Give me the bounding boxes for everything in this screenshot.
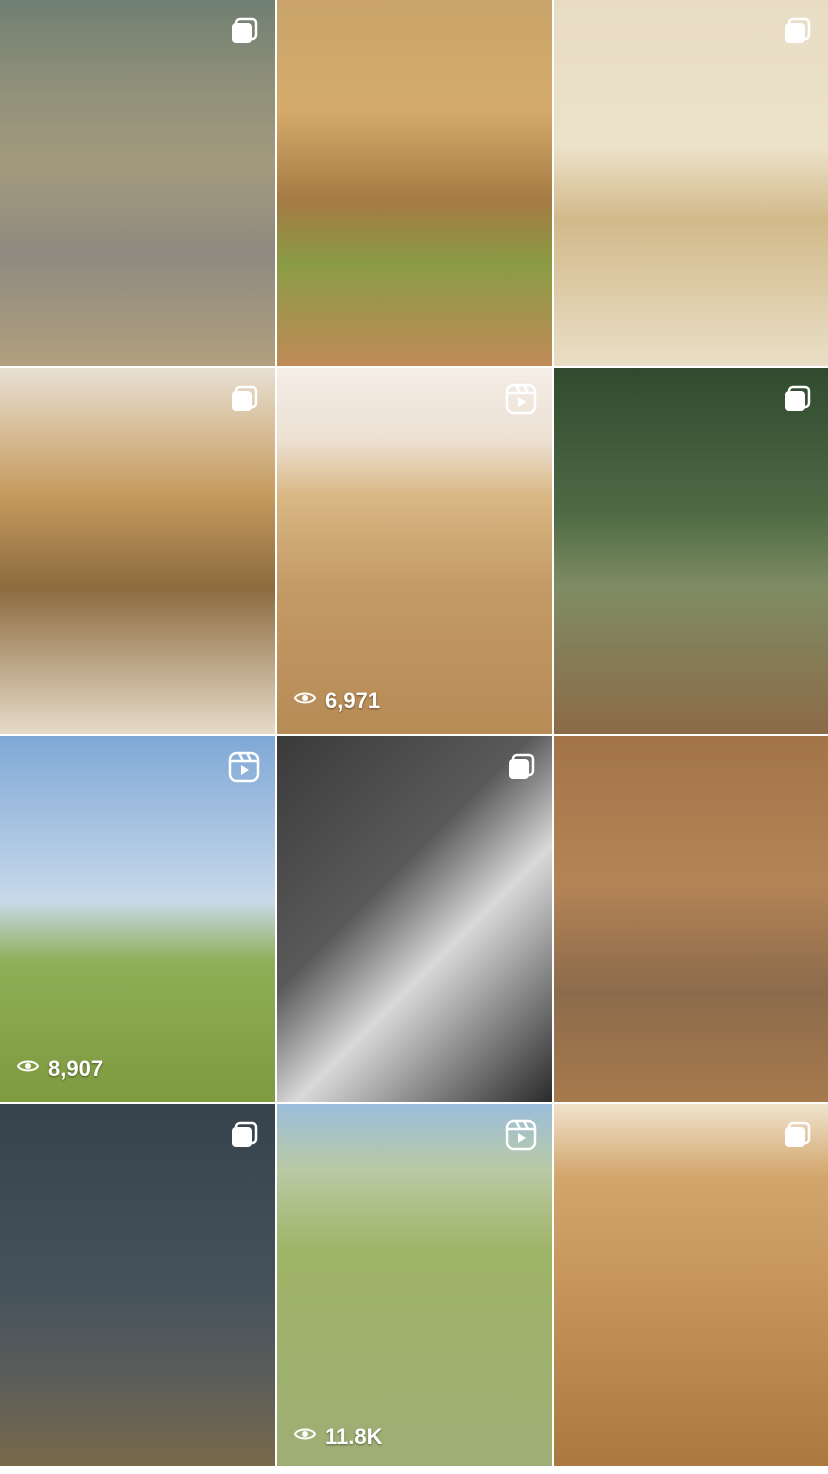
profile-post-grid: 6,971 8,907 11.8K (0, 0, 828, 1474)
post-tile[interactable]: 6,971 (277, 368, 552, 734)
post-tile[interactable]: 11.8K (277, 1104, 552, 1470)
view-count: 6,971 (293, 686, 380, 716)
post-tile[interactable] (277, 0, 552, 366)
eye-icon (293, 686, 317, 716)
post-tile[interactable] (554, 736, 828, 1102)
carousel-icon (504, 750, 538, 784)
reel-icon (227, 750, 261, 784)
eye-icon (293, 1422, 317, 1452)
carousel-icon (780, 382, 814, 416)
view-count-value: 6,971 (325, 688, 381, 713)
post-thumbnail (0, 736, 275, 1102)
carousel-icon (780, 14, 814, 48)
eye-icon (16, 1054, 40, 1084)
view-count-value: 8,907 (48, 1056, 104, 1081)
view-count: 11.8K (293, 1422, 383, 1452)
post-tile[interactable] (277, 736, 552, 1102)
post-thumbnail (554, 1104, 828, 1470)
post-thumbnail (554, 368, 828, 734)
post-thumbnail (277, 368, 552, 734)
reel-icon (504, 1118, 538, 1152)
carousel-icon (227, 1118, 261, 1152)
post-tile[interactable] (554, 1104, 828, 1470)
post-thumbnail (0, 1104, 275, 1470)
post-tile[interactable] (554, 0, 828, 366)
post-thumbnail (277, 0, 552, 366)
carousel-icon (780, 1118, 814, 1152)
post-thumbnail (554, 0, 828, 366)
carousel-icon (227, 382, 261, 416)
post-tile[interactable]: 8,907 (0, 736, 275, 1102)
bottom-divider (0, 1466, 828, 1474)
post-thumbnail (277, 736, 552, 1102)
reel-icon (504, 382, 538, 416)
carousel-icon (227, 14, 261, 48)
post-thumbnail (0, 368, 275, 734)
post-tile[interactable] (0, 1104, 275, 1470)
post-tile[interactable] (0, 368, 275, 734)
view-count-value: 11.8K (325, 1424, 383, 1449)
post-thumbnail (277, 1104, 552, 1470)
post-thumbnail (554, 736, 828, 1102)
post-tile[interactable] (554, 368, 828, 734)
post-thumbnail (0, 0, 275, 366)
post-tile[interactable] (0, 0, 275, 366)
view-count: 8,907 (16, 1054, 103, 1084)
